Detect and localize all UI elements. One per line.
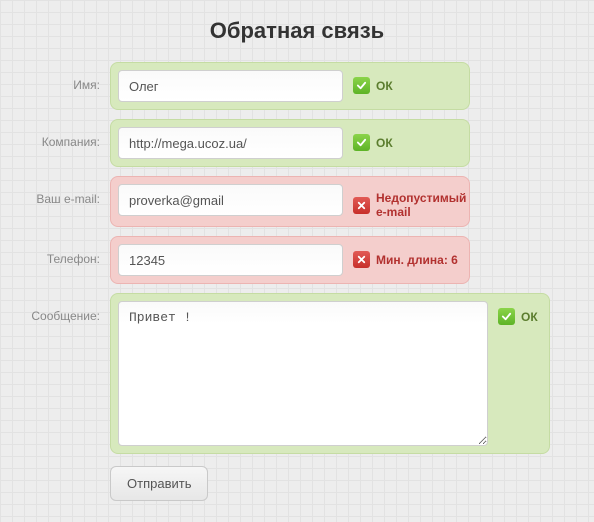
field-wrapper-name: ОК [110,62,470,110]
email-input[interactable] [118,184,343,216]
label-email: Ваш e-mail: [12,176,110,206]
name-input[interactable] [118,70,343,102]
status-text-name: ОК [376,79,393,93]
field-wrapper-email: Недопустимый e-mail [110,176,470,227]
close-icon [353,197,370,214]
field-wrapper-phone: Мин. длина: 6 [110,236,470,284]
check-icon [498,308,515,325]
close-icon [353,251,370,268]
label-phone: Телефон: [12,236,110,266]
check-icon [353,134,370,151]
row-email: Ваш e-mail: Недопустимый e-mail [12,176,582,227]
field-wrapper-company: ОК [110,119,470,167]
company-input[interactable] [118,127,343,159]
row-phone: Телефон: Мин. длина: 6 [12,236,582,284]
status-text-phone: Мин. длина: 6 [376,253,458,267]
message-textarea[interactable] [118,301,488,446]
phone-input[interactable] [118,244,343,276]
row-message: Сообщение: ОК [12,293,582,454]
submit-button[interactable]: Отправить [110,466,208,501]
row-company: Компания: ОК [12,119,582,167]
status-email: Недопустимый e-mail [353,184,466,219]
page-title: Обратная связь [12,18,582,44]
label-name: Имя: [12,62,110,92]
status-company: ОК [353,127,393,151]
label-company: Компания: [12,119,110,149]
row-name: Имя: ОК [12,62,582,110]
status-name: ОК [353,70,393,94]
status-phone: Мин. длина: 6 [353,244,458,268]
field-wrapper-message: ОК [110,293,550,454]
label-message: Сообщение: [12,293,110,323]
check-icon [353,77,370,94]
status-message: ОК [498,301,542,325]
status-text-company: ОК [376,136,393,150]
status-text-message: ОК [521,310,538,324]
submit-row: Отправить [110,466,582,501]
status-text-email: Недопустимый e-mail [376,191,466,219]
